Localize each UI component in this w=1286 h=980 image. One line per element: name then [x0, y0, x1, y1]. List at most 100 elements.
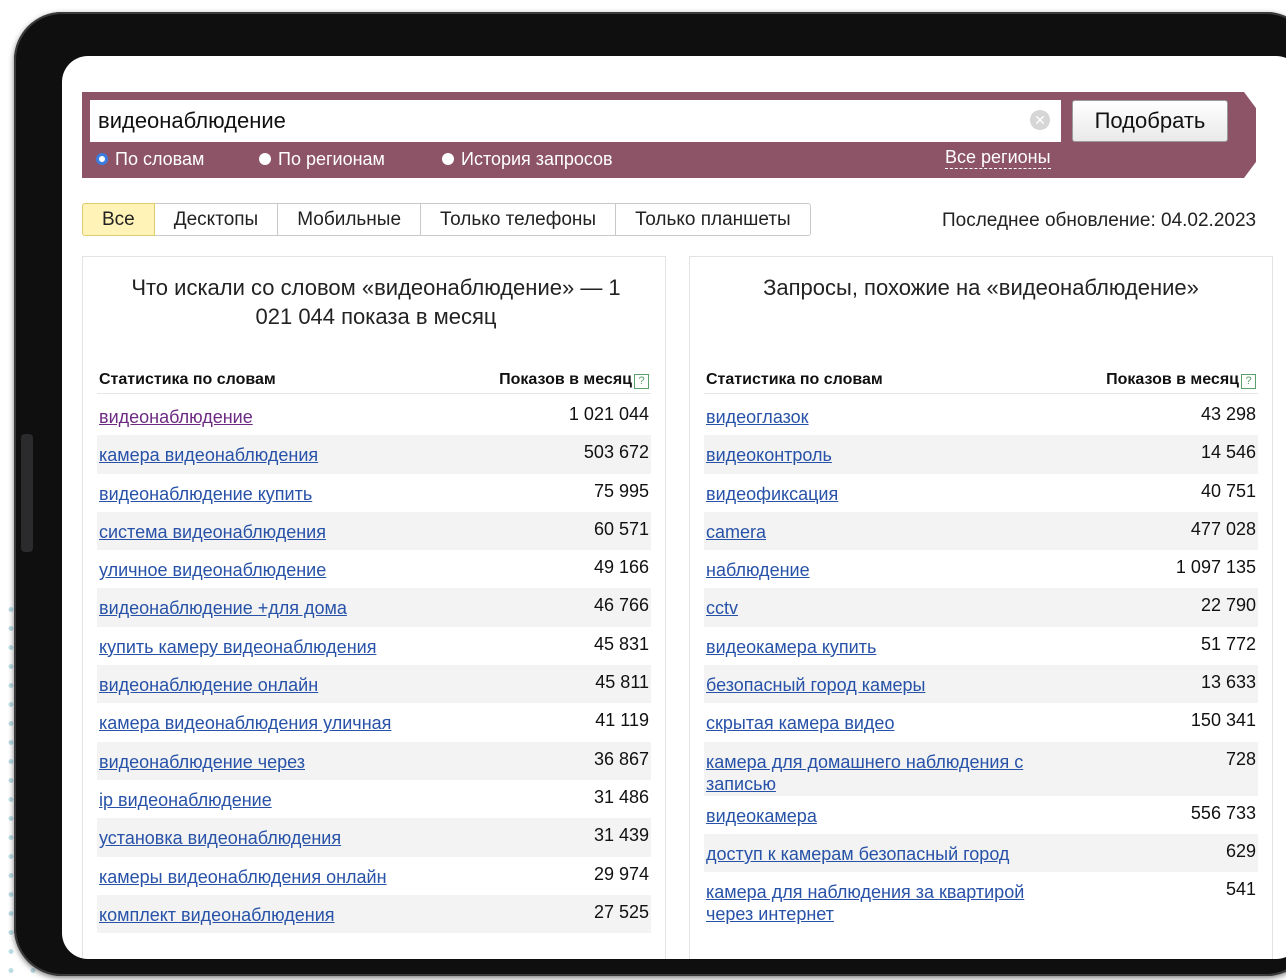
count-value: 541	[1225, 879, 1256, 900]
tablet-screen: ✕ Подобрать По словам По регионам Истори…	[62, 56, 1286, 959]
phrase-link[interactable]: доступ к камерам безопасный город	[706, 843, 1009, 865]
phrase-link[interactable]: камера для домашнего наблюдения с запись…	[706, 751, 1066, 795]
phrase-link[interactable]: видеокамера	[706, 805, 817, 827]
count-value: 60 571	[593, 518, 649, 539]
radio-query-history[interactable]: История запросов	[442, 148, 613, 170]
count-value: 36 867	[593, 748, 649, 769]
count-value: 150 341	[1190, 710, 1256, 731]
table-row: безопасный город камеры 13 633	[704, 665, 1258, 704]
count-value: 13 633	[1200, 672, 1256, 693]
last-update-text: Последнее обновление: 04.02.2023	[942, 210, 1257, 231]
tab-tablets-only[interactable]: Только планшеты	[616, 203, 811, 236]
radio-unchecked-icon	[259, 153, 271, 165]
all-regions-link[interactable]: Все регионы	[945, 146, 1051, 169]
table-row: видеоконтроль 14 546	[704, 435, 1258, 474]
count-value: 45 811	[595, 672, 649, 693]
phrase-link[interactable]: комплект видеонаблюдения	[99, 904, 335, 926]
tablet-side-button	[21, 434, 33, 552]
phrase-link[interactable]: ip видеонаблюдение	[99, 789, 272, 811]
table-row: видеонаблюдение +для дома 46 766	[97, 588, 651, 627]
tab-mobile[interactable]: Мобильные	[278, 203, 422, 236]
phrase-link[interactable]: камера видеонаблюдения уличная	[99, 712, 391, 734]
count-value: 31 439	[593, 825, 649, 846]
pick-button[interactable]: Подобрать	[1072, 100, 1228, 142]
radio-label: По регионам	[278, 148, 385, 169]
count-value: 49 166	[593, 557, 649, 578]
table-row: видеонаблюдение через 36 867	[97, 741, 651, 780]
tab-phones-only[interactable]: Только телефоны	[421, 203, 617, 236]
count-value: 43 298	[1200, 404, 1256, 424]
table-row: камера видеонаблюдения уличная 41 119	[97, 703, 651, 741]
count-value: 1 021 044	[568, 404, 649, 424]
radio-unchecked-icon	[442, 153, 454, 165]
count-value: 477 028	[1190, 518, 1256, 539]
phrase-link[interactable]: видеонаблюдение +для дома	[99, 597, 347, 619]
phrase-link[interactable]: видеофиксация	[706, 483, 838, 505]
phrase-link[interactable]: купить камеру видеонаблюдения	[99, 636, 376, 658]
phrase-link[interactable]: камера видеонаблюдения	[99, 444, 318, 466]
table-row: система видеонаблюдения 60 571	[97, 511, 651, 551]
radio-label: По словам	[115, 148, 205, 169]
table-row: камера видеонаблюдения 503 672	[97, 435, 651, 474]
right-panel-similar: Запросы, похожие на «видеонаблюдение» Ст…	[689, 256, 1273, 959]
col-phrase-header: Статистика по словам	[99, 371, 276, 388]
count-value: 40 751	[1200, 480, 1256, 501]
phrase-link[interactable]: наблюдение	[706, 559, 810, 581]
phrase-link[interactable]: безопасный город камеры	[706, 674, 925, 696]
phrase-link[interactable]: видеоконтроль	[706, 444, 832, 466]
table-row: скрытая камера видео 150 341	[704, 703, 1258, 741]
phrase-link[interactable]: видеонаблюдение через	[99, 751, 305, 773]
table-row: наблюдение 1 097 135	[704, 550, 1258, 588]
phrase-link[interactable]: установка видеонаблюдения	[99, 827, 341, 849]
table-row: комплект видеонаблюдения 27 525	[97, 894, 651, 934]
count-value: 629	[1225, 840, 1256, 861]
phrase-link[interactable]: камера для наблюдения за квартирой через…	[706, 881, 1066, 925]
device-tabs: Все Десктопы Мобильные Только телефоны Т…	[82, 203, 811, 236]
col-count-header: Показов в месяц?	[499, 371, 649, 389]
table-row: уличное видеонаблюдение 49 166	[97, 550, 651, 588]
table-row: камеры видеонаблюдения онлайн 29 974	[97, 857, 651, 895]
phrase-link[interactable]: видеонаблюдение	[99, 406, 253, 428]
table-row: видеонаблюдение купить 75 995	[97, 474, 651, 512]
count-value: 556 733	[1190, 802, 1256, 823]
clear-icon[interactable]: ✕	[1030, 110, 1050, 130]
panel-title: Запросы, похожие на «видеонаблюдение»	[763, 275, 1199, 300]
phrase-link[interactable]: видеоглазок	[706, 406, 809, 428]
table-row: cctv 22 790	[704, 588, 1258, 627]
search-input[interactable]	[90, 100, 1061, 142]
phrase-link[interactable]: видеонаблюдение онлайн	[99, 674, 318, 696]
count-value: 75 995	[593, 480, 649, 501]
help-icon[interactable]: ?	[1241, 374, 1256, 389]
phrase-link[interactable]: камеры видеонаблюдения онлайн	[99, 866, 387, 888]
count-value: 31 486	[593, 786, 649, 807]
phrase-link[interactable]: cctv	[706, 597, 738, 619]
col-phrase-header: Статистика по словам	[706, 371, 883, 388]
count-value: 728	[1225, 748, 1256, 769]
phrase-link[interactable]: видеонаблюдение купить	[99, 483, 312, 505]
phrase-link[interactable]: видеокамера купить	[706, 636, 876, 658]
tablet-frame: ✕ Подобрать По словам По регионам Истори…	[14, 12, 1286, 976]
column-header: Статистика по словам Показов в месяц?	[97, 369, 651, 394]
radio-checked-icon	[96, 153, 108, 165]
table-row: видеокамера купить 51 772	[704, 627, 1258, 665]
table-row: доступ к камерам безопасный город 629	[704, 833, 1258, 873]
table-row: камера для домашнего наблюдения с запись…	[704, 741, 1258, 796]
table-row: ip видеонаблюдение 31 486	[97, 780, 651, 818]
count-value: 27 525	[593, 901, 649, 922]
radio-by-regions[interactable]: По регионам	[259, 148, 385, 170]
help-icon[interactable]: ?	[634, 374, 649, 389]
count-value: 46 766	[593, 595, 649, 616]
left-panel-words: Что искали со словом «видеонаблюдение» —…	[82, 256, 666, 959]
table-row: видеофиксация 40 751	[704, 474, 1258, 512]
tab-desktops[interactable]: Десктопы	[154, 203, 279, 236]
phrase-link[interactable]: camera	[706, 521, 766, 543]
table-row: camera 477 028	[704, 511, 1258, 551]
count-value: 45 831	[593, 633, 649, 654]
table-row: купить камеру видеонаблюдения 45 831	[97, 627, 651, 665]
phrase-link[interactable]: скрытая камера видео	[706, 712, 894, 734]
panel-title: Что искали со словом «видеонаблюдение» —…	[131, 275, 621, 329]
tab-all[interactable]: Все	[82, 203, 155, 236]
phrase-link[interactable]: система видеонаблюдения	[99, 521, 326, 543]
radio-by-words[interactable]: По словам	[96, 148, 204, 170]
phrase-link[interactable]: уличное видеонаблюдение	[99, 559, 326, 581]
